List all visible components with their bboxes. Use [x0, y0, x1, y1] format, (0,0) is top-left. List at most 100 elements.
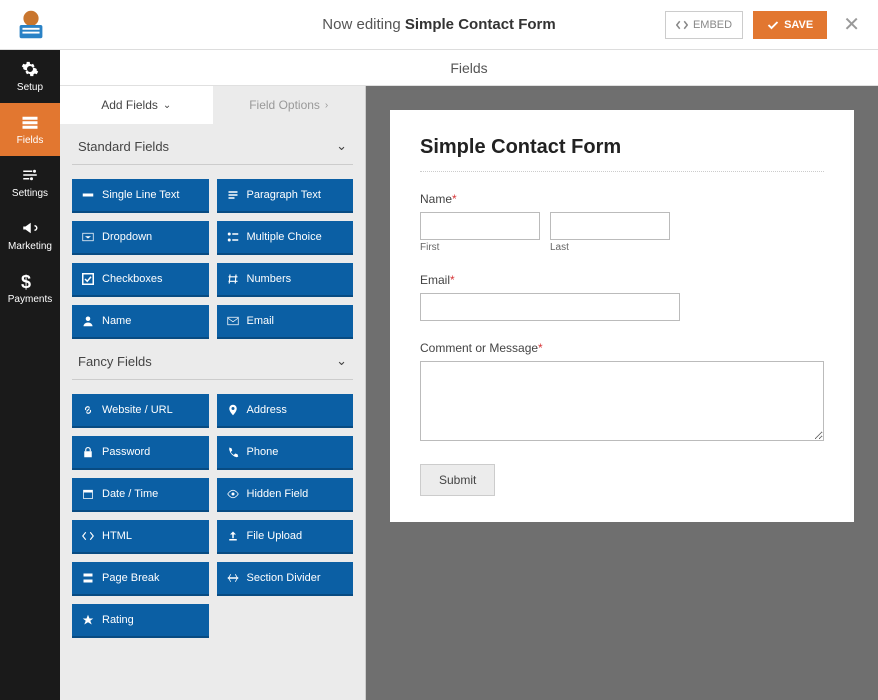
- chevron-down-icon: ⌄: [336, 138, 347, 154]
- editing-title: Now editing Simple Contact Form: [322, 16, 555, 33]
- editing-prefix: Now editing: [322, 16, 405, 33]
- field-date-time[interactable]: Date / Time: [72, 478, 209, 512]
- field-hidden-field[interactable]: Hidden Field: [217, 478, 354, 512]
- envelope-icon: [227, 315, 239, 327]
- paragraph-icon: [227, 189, 239, 201]
- form-field-email[interactable]: Email*: [420, 273, 824, 321]
- name-label: Name*: [420, 192, 824, 206]
- text-icon: [82, 189, 94, 201]
- pin-icon: [227, 404, 239, 416]
- group-standard-fields[interactable]: Standard Fields ⌄: [72, 124, 353, 165]
- nav-setup-label: Setup: [17, 82, 43, 93]
- fields-header: Fields: [60, 50, 878, 86]
- bullhorn-icon: [21, 219, 39, 237]
- last-sublabel: Last: [550, 242, 670, 253]
- field-password[interactable]: Password: [72, 436, 209, 470]
- field-website-url[interactable]: Website / URL: [72, 394, 209, 428]
- sliders-icon: [21, 166, 39, 184]
- field-dropdown[interactable]: Dropdown: [72, 221, 209, 255]
- code-icon: [82, 530, 94, 542]
- wpforms-logo: [12, 6, 50, 44]
- required-mark: *: [450, 273, 455, 287]
- left-panel: Add Fields ⌄ Field Options › Standard Fi…: [60, 86, 366, 700]
- form-canvas-wrap: Simple Contact Form Name* First Last: [366, 86, 878, 700]
- calendar-icon: [82, 488, 94, 500]
- divider: [420, 171, 824, 172]
- required-mark: *: [452, 192, 457, 206]
- lock-icon: [82, 446, 94, 458]
- tab-field-options[interactable]: Field Options ›: [213, 86, 366, 124]
- nav-payments-label: Payments: [8, 294, 52, 305]
- code-icon: [676, 19, 688, 31]
- nav-setup[interactable]: Setup: [0, 50, 60, 103]
- save-label: SAVE: [784, 19, 813, 31]
- nav-fields[interactable]: Fields: [0, 103, 60, 156]
- dropdown-icon: [82, 231, 94, 243]
- field-multiple-choice[interactable]: Multiple Choice: [217, 221, 354, 255]
- field-address[interactable]: Address: [217, 394, 354, 428]
- field-html[interactable]: HTML: [72, 520, 209, 554]
- form-field-comment[interactable]: Comment or Message*: [420, 341, 824, 444]
- group-standard-title: Standard Fields: [78, 139, 169, 154]
- chevron-down-icon: ⌄: [336, 353, 347, 369]
- dollar-icon: $: [21, 272, 39, 290]
- first-sublabel: First: [420, 242, 540, 253]
- nav-settings[interactable]: Settings: [0, 156, 60, 209]
- first-name-input[interactable]: [420, 212, 540, 240]
- email-label: Email*: [420, 273, 824, 287]
- chevron-down-icon: ⌄: [163, 100, 171, 111]
- topbar: Now editing Simple Contact Form EMBED SA…: [0, 0, 878, 50]
- divider-icon: [227, 572, 239, 584]
- tab-add-fields-label: Add Fields: [101, 98, 158, 112]
- field-checkboxes[interactable]: Checkboxes: [72, 263, 209, 297]
- field-single-line-text[interactable]: Single Line Text: [72, 179, 209, 213]
- close-icon[interactable]: ✕: [837, 8, 866, 41]
- nav-marketing[interactable]: Marketing: [0, 209, 60, 262]
- star-icon: [82, 614, 94, 626]
- submit-button[interactable]: Submit: [420, 464, 495, 496]
- field-email[interactable]: Email: [217, 305, 354, 339]
- gear-icon: [21, 60, 39, 78]
- form-field-name[interactable]: Name* First Last: [420, 192, 824, 253]
- embed-label: EMBED: [693, 19, 732, 31]
- form-canvas[interactable]: Simple Contact Form Name* First Last: [390, 110, 854, 522]
- email-input[interactable]: [420, 293, 680, 321]
- eye-icon: [227, 488, 239, 500]
- user-icon: [82, 315, 94, 327]
- left-nav: Setup Fields Settings Marketing $ Paymen…: [0, 50, 60, 700]
- link-icon: [82, 404, 94, 416]
- group-fancy-fields[interactable]: Fancy Fields ⌄: [72, 339, 353, 380]
- field-file-upload[interactable]: File Upload: [217, 520, 354, 554]
- page-break-icon: [82, 572, 94, 584]
- nav-marketing-label: Marketing: [8, 241, 52, 252]
- upload-icon: [227, 530, 239, 542]
- fields-icon: [21, 113, 39, 131]
- chevron-right-icon: ›: [325, 100, 328, 111]
- field-paragraph-text[interactable]: Paragraph Text: [217, 179, 354, 213]
- field-phone[interactable]: Phone: [217, 436, 354, 470]
- field-numbers[interactable]: Numbers: [217, 263, 354, 297]
- field-page-break[interactable]: Page Break: [72, 562, 209, 596]
- form-name: Simple Contact Form: [405, 16, 556, 33]
- nav-settings-label: Settings: [12, 188, 48, 199]
- check-icon: [767, 19, 779, 31]
- embed-button[interactable]: EMBED: [665, 11, 743, 39]
- required-mark: *: [538, 341, 543, 355]
- nav-fields-label: Fields: [17, 135, 44, 146]
- phone-icon: [227, 446, 239, 458]
- hash-icon: [227, 273, 239, 285]
- field-rating[interactable]: Rating: [72, 604, 209, 638]
- tab-add-fields[interactable]: Add Fields ⌄: [60, 86, 213, 124]
- field-name[interactable]: Name: [72, 305, 209, 339]
- comment-label: Comment or Message*: [420, 341, 824, 355]
- fields-header-label: Fields: [450, 60, 487, 76]
- comment-textarea[interactable]: [420, 361, 824, 441]
- last-name-input[interactable]: [550, 212, 670, 240]
- form-title: Simple Contact Form: [420, 136, 824, 159]
- field-section-divider[interactable]: Section Divider: [217, 562, 354, 596]
- tab-field-options-label: Field Options: [249, 98, 320, 112]
- save-button[interactable]: SAVE: [753, 11, 827, 39]
- group-fancy-title: Fancy Fields: [78, 354, 152, 369]
- list-icon: [227, 231, 239, 243]
- nav-payments[interactable]: $ Payments: [0, 262, 60, 315]
